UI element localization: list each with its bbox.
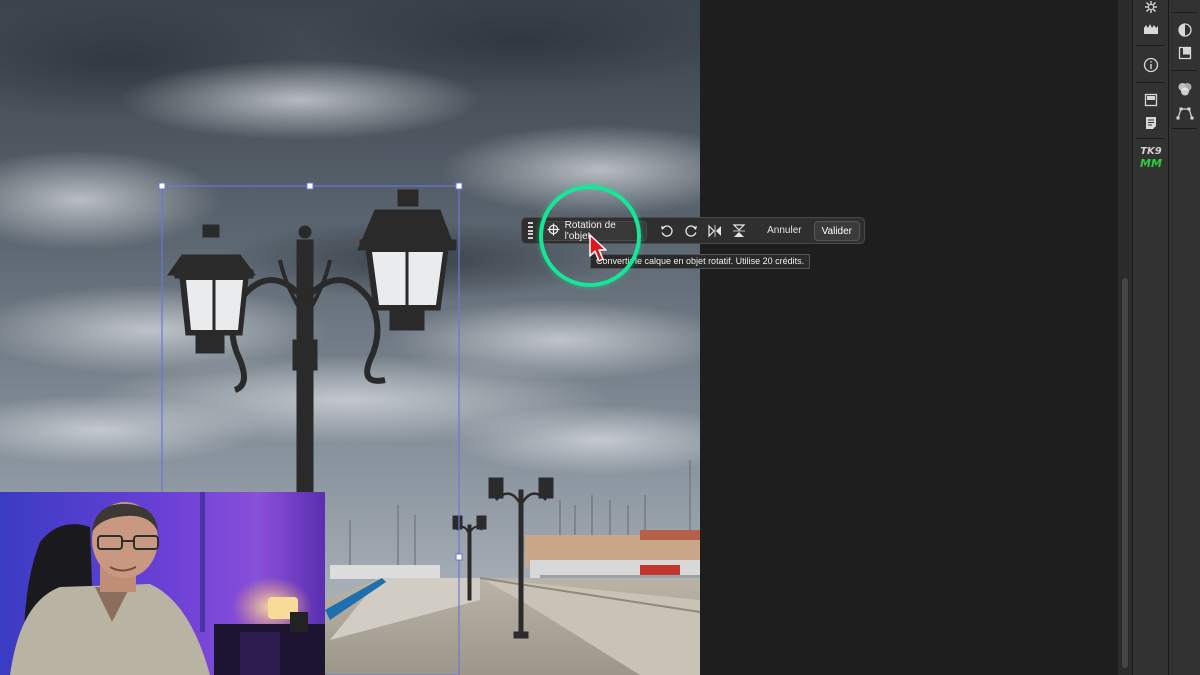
cancel-button[interactable]: Annuler	[761, 221, 807, 241]
workspace-background	[700, 0, 1118, 675]
rotate-left-icon[interactable]	[657, 221, 678, 241]
flip-horizontal-icon[interactable]	[704, 221, 725, 241]
drag-handle-icon[interactable]	[526, 222, 534, 239]
panel-scrollbar[interactable]	[1118, 0, 1132, 675]
actions-icon[interactable]	[1140, 0, 1162, 18]
webcam-overlay	[0, 492, 325, 675]
mm-label: MM	[1140, 157, 1162, 170]
adjustments-icon[interactable]	[1174, 19, 1196, 41]
layer-comps-icon[interactable]	[1140, 89, 1162, 111]
channels-icon[interactable]	[1174, 78, 1196, 100]
scrollbar-thumb[interactable]	[1122, 278, 1128, 668]
notes-icon[interactable]	[1140, 112, 1162, 134]
tk9-plugin-icon[interactable]: TK9 MM	[1137, 146, 1165, 174]
rotate-right-icon[interactable]	[680, 221, 701, 241]
paths-icon[interactable]	[1174, 102, 1196, 124]
mouse-cursor-icon	[589, 234, 607, 262]
brushes-icon[interactable]	[1140, 18, 1162, 40]
masks-icon[interactable]	[1174, 42, 1196, 64]
photoshop-window: TK9 MM Rotation de l'objet Annuler Valid…	[0, 0, 1200, 675]
panel-icon-strip: TK9 MM	[1132, 0, 1168, 675]
info-icon[interactable]	[1140, 54, 1162, 76]
panel-icon-strip-2	[1168, 0, 1200, 675]
validate-button[interactable]: Valider	[813, 220, 860, 241]
flip-vertical-icon[interactable]	[728, 221, 749, 241]
